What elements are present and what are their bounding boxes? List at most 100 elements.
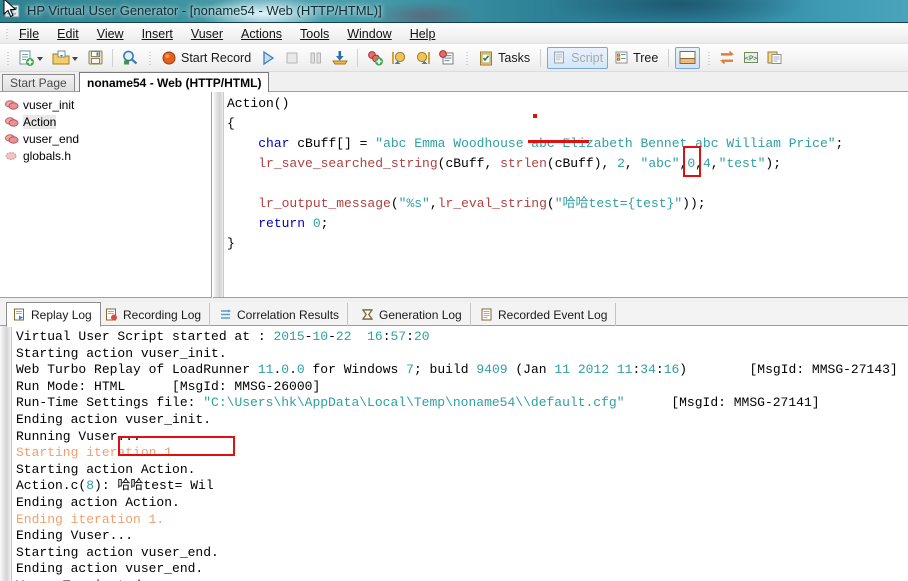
toolbar-separator-3 [540,48,542,67]
start-record-button[interactable]: Start Record [157,47,255,69]
log-token: . [289,362,297,378]
tree-item-action[interactable]: Action [0,113,211,130]
open-script-button[interactable] [50,47,83,69]
log-token: Ending action vuser_init. [16,411,212,427]
output-pane-button[interactable] [675,46,701,69]
doctab-noname54[interactable]: noname54 - Web (HTTP/HTML) [79,72,270,92]
code-token: lr_output_message [258,196,391,211]
script-view-button[interactable]: Script [547,46,609,69]
menu-item-edit[interactable]: Edit [48,25,88,43]
open-folder-icon [52,50,70,64]
toolbar-drag-grip-3[interactable] [463,48,471,68]
log-token: ): 哈哈test= Wil [94,478,214,494]
stop-button[interactable] [281,47,303,69]
doctab-start-page-label: Start Page [10,76,67,90]
menu-item-file-label: File [19,26,40,41]
log-line: Ending action Action. [16,495,908,512]
menu-item-help[interactable]: Help [401,25,445,43]
code-token: Action() [227,96,290,111]
find-button[interactable] [119,47,141,69]
replay-log-icon [14,308,24,321]
save-button[interactable] [85,47,106,69]
run-button[interactable] [257,47,279,69]
log-token: Starting action vuser_init. [16,345,227,361]
log-tab-replay-log-label: Replay Log [31,307,92,322]
menu-item-window[interactable]: Window [338,25,400,43]
code-token: "abc Emma Woodhouse abc Elizabeth Bennet… [375,136,836,151]
code-token: , [624,156,641,171]
menu-item-insert[interactable]: Insert [133,25,182,43]
log-tab-generation-log[interactable]: Generation Log [355,303,471,326]
tree-item-vuser-init[interactable]: vuser_init [0,96,211,113]
snapshot-sync-button[interactable] [716,47,738,69]
tree-view-button[interactable]: Tree [610,47,662,69]
log-tab-correlation-results[interactable]: Correlation Results [213,303,349,326]
code-token: 0 [312,216,321,231]
log-token: Ending action vuser_end. [16,561,204,577]
log-token: [MsgId: MMSG-27141] [624,395,820,411]
menu-item-view-label: View [96,26,124,41]
replay-log-output[interactable]: Virtual User Script started at : 2015 -10… [0,326,908,581]
parameter-button[interactable]: <P> [740,47,762,69]
scan-correlations-button[interactable] [364,47,386,69]
tasks-button[interactable]: Tasks [474,47,534,69]
stop-square-icon [286,52,298,63]
code-editor[interactable]: Action() { char cBuff[] = "abc Emma Woodh… [213,92,908,298]
code-token: } [227,236,235,251]
code-token: 2 [617,156,625,171]
svg-text:<P>: <P> [745,54,758,62]
toolbar-drag-grip-2[interactable] [146,48,154,68]
log-token: 11 [616,362,633,378]
log-tab-recording-log-label: Recording Log [123,307,202,322]
toolbar-drag-grip-1[interactable] [4,48,12,68]
tree-item-globals-h-label: globals.h [23,148,72,163]
log-tab-recorded-event-log[interactable]: Recorded Event Log [474,303,617,326]
code-token: "abc" [640,156,680,171]
menu-item-vuser-label: Vuser [190,26,224,41]
code-token: lr_save_searched_string [258,156,438,171]
script-view-icon [554,51,565,64]
doctab-start-page[interactable]: Start Page [2,74,75,91]
tree-item-globals-h[interactable]: globals.h [0,147,211,164]
previous-correlation-button[interactable] [388,47,410,69]
code-token: "哈哈test={test}" [554,196,683,211]
code-token: , [429,196,438,211]
log-line: Ending Vuser... [16,528,908,545]
action-block-icon [5,116,19,127]
new-script-dropdown-arrow[interactable] [37,56,43,61]
pause-button[interactable] [305,47,327,69]
menu-item-view[interactable]: View [88,25,133,43]
menu-item-actions[interactable]: Actions [232,25,291,43]
code-token: , [710,156,719,171]
log-token: Ending Vuser... [16,528,134,544]
log-token [352,329,368,344]
log-line: Starting action Action. [16,462,908,479]
paste-clipboard-button[interactable] [764,47,786,69]
toolbar-drag-grip-4[interactable] [705,48,713,68]
log-tab-replay-log[interactable]: Replay Log [6,302,101,327]
next-correlation-button[interactable] [412,47,434,69]
toolbar-separator-2 [357,48,359,67]
log-token: ) [MsgId: MMSG-27143] [679,362,898,378]
new-script-button[interactable] [15,47,48,69]
menu-item-tools[interactable]: Tools [291,25,338,43]
code-text[interactable]: Action() { char cBuff[] = "abc Emma Woodh… [227,94,908,297]
log-tab-recording-log[interactable]: Recording Log [99,303,211,326]
menu-item-file[interactable]: File [10,25,48,43]
open-script-dropdown-arrow[interactable] [72,56,78,61]
log-token: Run Mode: HTML [MsgId: MMSG-26000] [16,378,321,394]
menu-item-vuser[interactable]: Vuser [182,25,232,43]
runtime-settings-button[interactable] [436,47,458,69]
log-line: Virtual User Script started at : 2015 -10… [16,329,908,346]
code-line: lr_output_message("%s",lr_eval_string("哈… [227,194,908,214]
tree-item-vuser-end[interactable]: vuser_end [0,130,211,147]
log-token: : [382,329,391,344]
download-button[interactable] [329,47,351,69]
tasks-clipboard-icon [480,51,493,65]
log-tab-generation-log-label: Generation Log [379,307,462,322]
code-token: )); [682,196,706,211]
code-line: lr_save_searched_string(cBuff, strlen(cB… [227,154,908,174]
menu-item-list: File Edit View Insert Vuser Actions Tool… [10,23,444,44]
